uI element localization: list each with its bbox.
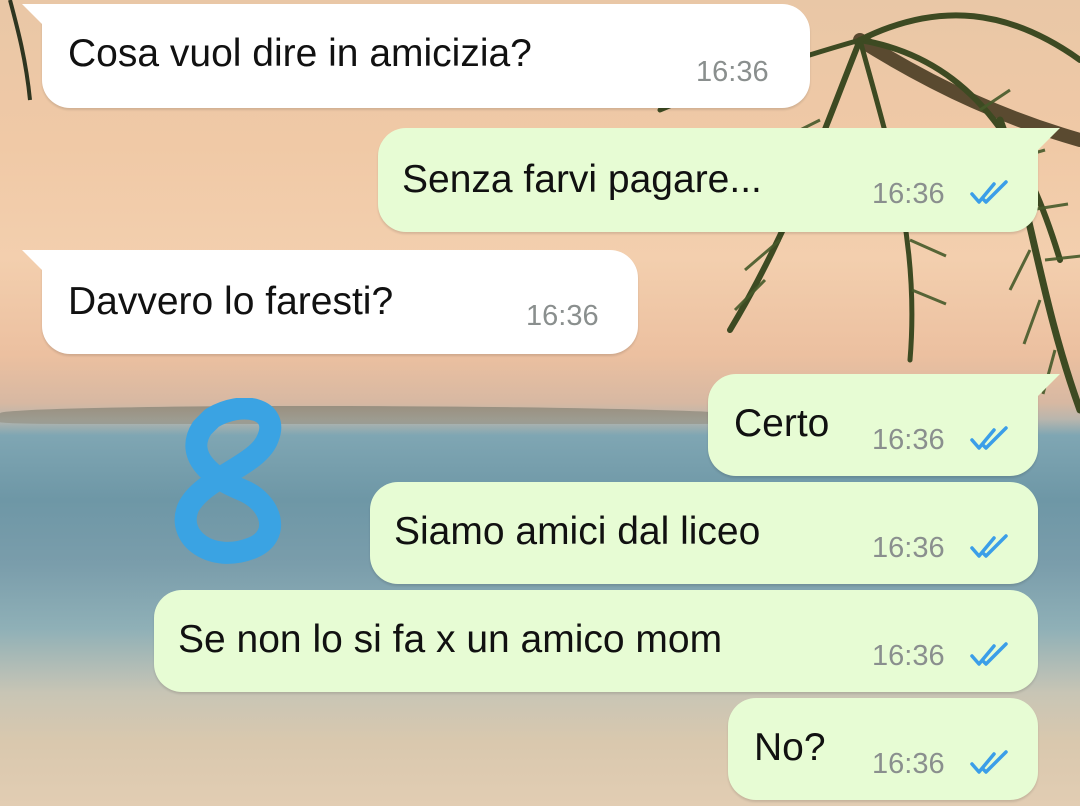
double-check-icon xyxy=(970,750,1008,774)
incoming-message-bubble[interactable]: Davvero lo faresti? 16:36 xyxy=(22,250,638,354)
outgoing-message-bubble[interactable]: Certo 16:36 xyxy=(708,374,1060,476)
outgoing-message-bubble[interactable]: Siamo amici dal liceo 16:36 xyxy=(370,482,1038,584)
message-timestamp: 16:36 xyxy=(872,424,945,456)
message-timestamp: 16:36 xyxy=(872,748,945,780)
double-check-icon xyxy=(970,426,1008,450)
message-text: Davvero lo faresti? xyxy=(68,280,394,323)
double-check-icon xyxy=(970,642,1008,666)
message-timestamp: 16:36 xyxy=(872,178,945,210)
outgoing-message-bubble[interactable]: Se non lo si fa x un amico mom 16:36 xyxy=(154,590,1038,692)
message-text: Se non lo si fa x un amico mom xyxy=(178,618,723,661)
message-timestamp: 16:36 xyxy=(872,640,945,672)
incoming-message-bubble[interactable]: Cosa vuol dire in amicizia? 16:36 xyxy=(22,4,810,108)
message-timestamp: 16:36 xyxy=(696,56,769,88)
message-text: Cosa vuol dire in amicizia? xyxy=(68,32,532,75)
message-timestamp: 16:36 xyxy=(526,300,599,332)
double-check-icon xyxy=(970,180,1008,204)
outgoing-message-bubble[interactable]: No? 16:36 xyxy=(728,698,1038,800)
message-text: Senza farvi pagare... xyxy=(402,158,762,201)
message-text: No? xyxy=(754,726,826,769)
outgoing-message-bubble[interactable]: Senza farvi pagare... 16:36 xyxy=(378,128,1060,232)
message-text: Siamo amici dal liceo xyxy=(394,510,761,553)
message-text: Certo xyxy=(734,402,830,445)
handwritten-eight-annotation xyxy=(174,398,282,564)
double-check-icon xyxy=(970,534,1008,558)
message-timestamp: 16:36 xyxy=(872,532,945,564)
